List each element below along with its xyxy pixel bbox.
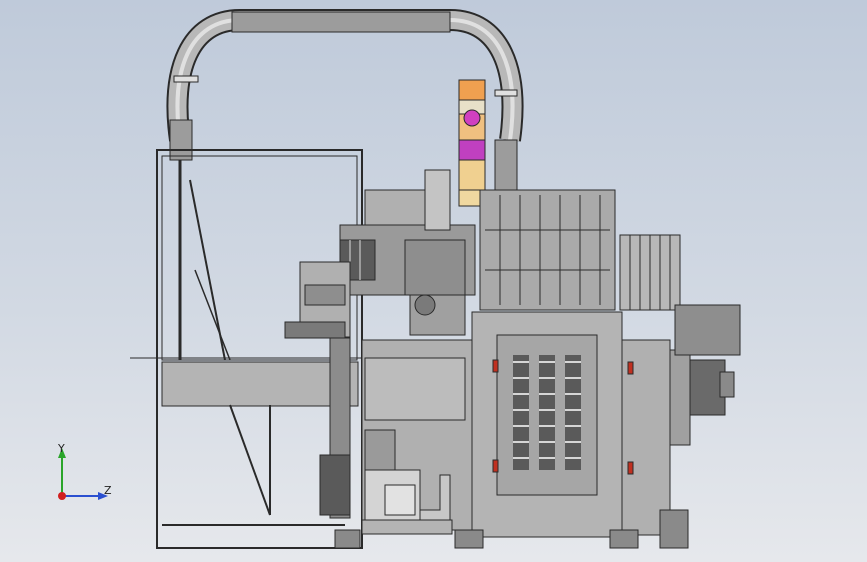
cage-assembly xyxy=(479,189,616,311)
left-frame-struts xyxy=(162,404,345,526)
signal-tower xyxy=(458,79,486,207)
machine-model xyxy=(130,9,741,549)
main-cabinet xyxy=(471,311,623,538)
left-frame-table xyxy=(161,361,359,407)
z-axis-label: Z xyxy=(104,484,112,497)
y-axis-label: Y xyxy=(58,442,65,455)
orientation-triad: Y Z xyxy=(48,440,118,510)
right-cabinet xyxy=(621,304,741,536)
upper-mechanism xyxy=(339,169,476,336)
cad-viewport[interactable] xyxy=(0,0,867,562)
right-fan-guard xyxy=(619,234,681,311)
